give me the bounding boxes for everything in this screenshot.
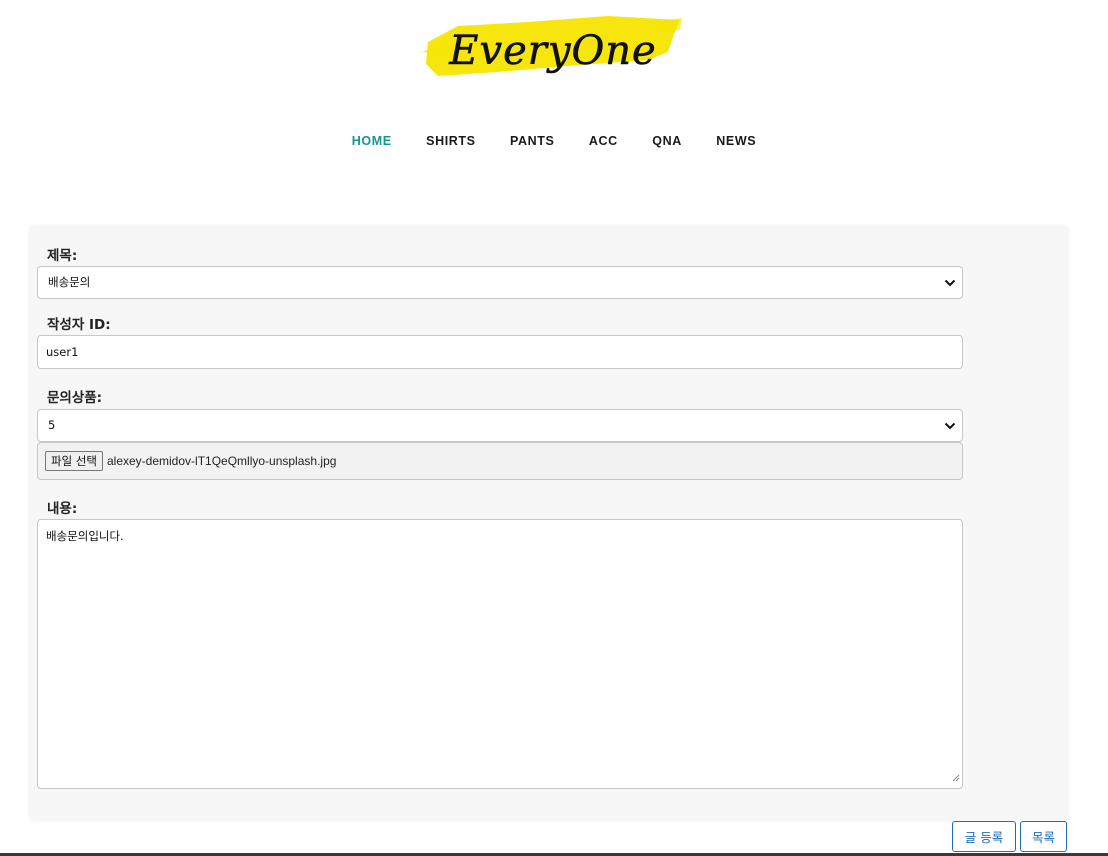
list-button[interactable]: 목록 (1020, 821, 1067, 852)
nav-item-shirts[interactable]: SHIRTS (426, 134, 475, 148)
nav-item-pants[interactable]: PANTS (510, 134, 554, 148)
writer-id-value: user1 (46, 345, 79, 359)
writer-id-input[interactable]: user1 (37, 335, 963, 369)
main-nav: HOME SHIRTS PANTS ACC QNA NEWS (0, 132, 1108, 150)
content-label: 내용: (47, 501, 78, 517)
chevron-down-icon (944, 410, 956, 441)
title-label: 제목: (47, 248, 78, 264)
content-text: 배송문의입니다. (46, 529, 124, 543)
qna-form-panel: 제목: 배송문의 작성자 ID: user1 문의상품: 5 파일 선택 ale… (30, 226, 1068, 820)
chevron-down-icon (944, 267, 956, 298)
brand-logo[interactable]: EveryOne (418, 12, 688, 84)
nav-item-qna[interactable]: QNA (652, 134, 682, 148)
nav-item-news[interactable]: NEWS (716, 134, 756, 148)
file-choose-button[interactable]: 파일 선택 (45, 451, 103, 471)
submit-post-button[interactable]: 글 등록 (952, 821, 1016, 852)
writer-label: 작성자 ID: (47, 317, 111, 333)
title-select-value: 배송문의 (48, 275, 91, 289)
nav-item-home[interactable]: HOME (352, 134, 392, 148)
resize-handle-icon[interactable] (951, 770, 960, 786)
logo-graphic: EveryOne (422, 16, 682, 76)
product-select-value: 5 (48, 418, 56, 432)
file-name-text: alexey-demidov-lT1QeQmllyo-unsplash.jpg (106, 454, 337, 468)
logo-text: EveryOne (448, 28, 656, 74)
nav-item-acc[interactable]: ACC (589, 134, 618, 148)
content-textarea[interactable]: 배송문의입니다. (37, 519, 963, 789)
title-select[interactable]: 배송문의 (37, 266, 963, 299)
file-upload-field: 파일 선택 alexey-demidov-lT1QeQmllyo-unsplas… (37, 442, 963, 480)
product-select[interactable]: 5 (37, 409, 963, 442)
product-label: 문의상품: (47, 390, 103, 406)
